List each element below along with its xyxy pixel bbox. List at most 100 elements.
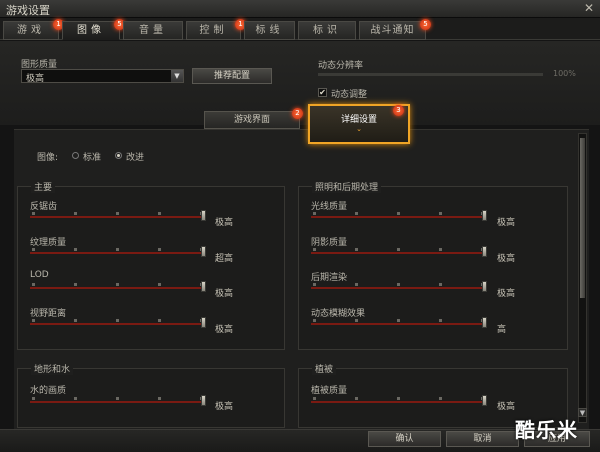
tab-indicators-label: 标识 [313, 25, 341, 36]
slider-label: 纹理质量 [30, 238, 67, 248]
tab-markers-label: 标线 [255, 25, 284, 36]
slider-track-line [30, 401, 206, 403]
slider-handle[interactable] [201, 246, 206, 257]
slider-label: 动态模糊效果 [311, 309, 366, 319]
ok-button[interactable]: 确认 [368, 431, 441, 447]
slider-tick [355, 248, 358, 251]
tab-battle-notifications-label: 战斗通知 [370, 25, 415, 36]
slider-label: 植被质量 [311, 386, 348, 396]
slider-tick [116, 212, 119, 215]
image-mode-improved-label: 改进 [126, 153, 145, 163]
slider-tick [355, 212, 358, 215]
motion-blur-slider[interactable] [311, 317, 487, 328]
cancel-button[interactable]: 取消 [446, 431, 519, 447]
subtab-detail-settings-badge: 3 [393, 105, 404, 116]
chevron-down-icon: ▼ [171, 70, 183, 82]
group-main-title: 主要 [31, 180, 56, 193]
slider-tick [32, 397, 35, 400]
slider-tick [397, 212, 400, 215]
slider-tick [439, 319, 442, 322]
settings-tabs: 游戏 1 图像 5 音量 控制 1 标线 标识 战斗通知 5 [0, 18, 600, 40]
image-mode-label: 图像: [37, 153, 59, 163]
slider-tick [397, 397, 400, 400]
slider-value: 极高 [497, 289, 516, 299]
slider-track-line [30, 216, 206, 218]
slider-track-line [311, 216, 487, 218]
scroll-down-icon[interactable]: ▼ [578, 408, 587, 417]
tab-battle-notifications[interactable]: 战斗通知 5 [359, 19, 431, 40]
slider-track-line [30, 252, 206, 254]
tab-indicators[interactable]: 标识 [298, 21, 356, 40]
image-mode-standard-label: 标准 [83, 153, 102, 163]
tab-game[interactable]: 游戏 1 [3, 19, 64, 40]
slider-tick [74, 397, 77, 400]
graphics-quality-value: 极高 [26, 74, 45, 84]
slider-tick [439, 397, 442, 400]
slider-value: 极高 [215, 325, 234, 335]
close-icon[interactable]: ✕ [584, 1, 594, 15]
slider-handle[interactable] [482, 210, 487, 221]
texture-quality-slider[interactable] [30, 246, 206, 257]
subtab-game-interface-badge: 2 [292, 108, 303, 119]
watermark-text: 酷乐米 [515, 418, 578, 442]
slider-tick [116, 319, 119, 322]
shadow-quality-slider[interactable] [311, 246, 487, 257]
slider-label: 后期渲染 [311, 273, 348, 283]
image-mode-improved-radio[interactable] [115, 152, 122, 159]
view-distance-slider[interactable] [30, 317, 206, 328]
post-processing-slider[interactable] [311, 281, 487, 292]
slider-track-line [30, 323, 206, 325]
image-mode-standard-radio[interactable] [72, 152, 79, 159]
vegetation-quality-slider[interactable] [311, 395, 487, 406]
slider-tick [32, 319, 35, 322]
slider-handle[interactable] [201, 395, 206, 406]
slider-track-line [30, 287, 206, 289]
slider-tick [355, 397, 358, 400]
slider-tick [32, 248, 35, 251]
slider-label: 水的画质 [30, 386, 67, 396]
dynamic-adjust-checkbox[interactable]: ✔ [318, 88, 327, 97]
slider-tick [313, 283, 316, 286]
graphics-quality-select[interactable]: 极高 ▼ [21, 69, 184, 84]
group-terrain-title: 地形和水 [31, 362, 74, 375]
slider-handle[interactable] [482, 246, 487, 257]
subtab-detail-settings[interactable]: 详细设置 ⌄ 3 [308, 104, 410, 144]
slider-tick [74, 248, 77, 251]
slider-tick [313, 319, 316, 322]
slider-value: 极高 [497, 402, 516, 412]
slider-tick [355, 319, 358, 322]
scrollbar-thumb[interactable] [580, 138, 585, 298]
slider-handle[interactable] [201, 210, 206, 221]
slider-tick [116, 283, 119, 286]
slider-tick [439, 283, 442, 286]
slider-tick [116, 248, 119, 251]
dynamic-resolution-slider[interactable] [318, 73, 543, 76]
slider-handle[interactable] [482, 281, 487, 292]
slider-tick [74, 283, 77, 286]
slider-label: 光线质量 [311, 202, 348, 212]
slider-tick [158, 212, 161, 215]
slider-handle[interactable] [482, 317, 487, 328]
slider-label: 阴影质量 [311, 238, 348, 248]
recommend-settings-button[interactable]: 推荐配置 [192, 68, 272, 84]
slider-tick [439, 212, 442, 215]
tab-sound[interactable]: 音量 [123, 21, 183, 40]
slider-track-line [311, 401, 487, 403]
slider-tick [355, 283, 358, 286]
slider-handle[interactable] [201, 317, 206, 328]
tab-markers[interactable]: 标线 [244, 21, 295, 40]
tab-controls-label: 控制 [199, 25, 228, 36]
antialiasing-slider[interactable] [30, 210, 206, 221]
water-quality-slider[interactable] [30, 395, 206, 406]
tab-controls[interactable]: 控制 1 [186, 19, 246, 40]
window-titlebar: 游戏设置 ✕ [0, 0, 600, 18]
slider-value: 极高 [215, 218, 234, 228]
light-quality-slider[interactable] [311, 210, 487, 221]
slider-tick [313, 212, 316, 215]
panel-scrollbar[interactable] [578, 133, 587, 423]
tab-graphics[interactable]: 图像 5 [62, 19, 125, 40]
slider-handle[interactable] [201, 281, 206, 292]
slider-handle[interactable] [482, 395, 487, 406]
subtab-game-interface[interactable]: 游戏界面 2 [204, 108, 303, 129]
lod-slider[interactable] [30, 281, 206, 292]
